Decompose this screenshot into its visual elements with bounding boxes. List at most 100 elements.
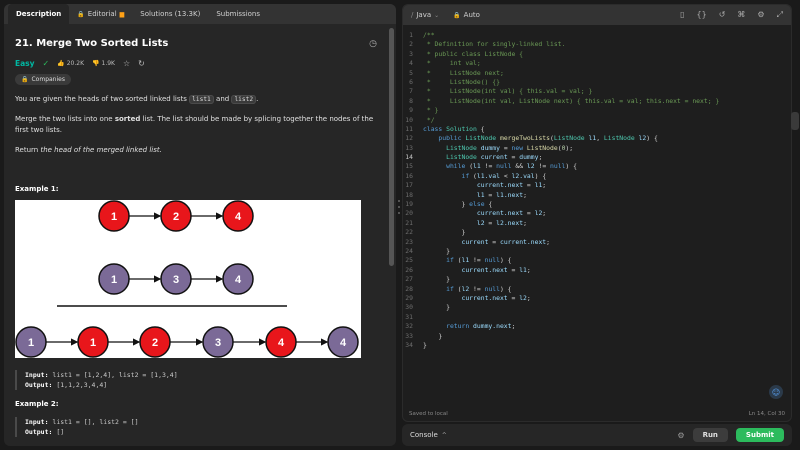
code-text: * Definition for singly-linked list. — [423, 40, 566, 49]
code-line[interactable]: 32 return dummy.next; — [403, 322, 791, 331]
share-icon[interactable]: ↻ — [138, 59, 145, 68]
code-token: current.next — [461, 265, 508, 274]
like-button[interactable]: 👍 20.2K — [57, 60, 84, 67]
code-line[interactable]: 21 l2 = l2.next; — [403, 219, 791, 228]
code-token: null — [484, 284, 500, 293]
code-token: = — [488, 237, 500, 246]
code-token: ; — [526, 293, 531, 302]
code-line[interactable]: 5 * ListNode next; — [403, 69, 791, 78]
code-token: ListNode — [446, 153, 481, 162]
code-line[interactable]: 27 } — [403, 275, 791, 284]
code-line[interactable]: 33 } — [403, 332, 791, 341]
code-token: l1 — [519, 265, 527, 274]
code-token: else — [469, 200, 485, 209]
code-area[interactable]: 1/** 2 * Definition for singly-linked lis… — [403, 25, 791, 407]
run-button[interactable]: Run — [692, 428, 728, 442]
video-icon: ▆ — [119, 10, 125, 18]
panel-resize-handle[interactable] — [398, 200, 401, 214]
code-text: * ListNode next; — [423, 69, 504, 78]
code-token: if — [446, 256, 458, 265]
tab-solutions[interactable]: Solutions (13.3K) — [132, 4, 208, 24]
fullscreen-icon[interactable]: ⤢ — [777, 10, 783, 20]
language-selector[interactable]: / Java ⌄ — [411, 11, 439, 19]
code-token: current — [461, 237, 489, 246]
dislike-button[interactable]: 👎 1.9K — [92, 60, 115, 67]
shortcut-icon[interactable]: ⌘ — [737, 10, 745, 20]
tab-editorial[interactable]: 🔒 Editorial ▆ — [69, 4, 132, 24]
code-line[interactable]: 17 current.next = l1; — [403, 181, 791, 190]
code-line[interactable]: 20 current.next = l2; — [403, 209, 791, 218]
code-text: if (l2 != null) { — [423, 284, 512, 294]
code-token: && — [511, 162, 527, 171]
code-token: current — [480, 153, 508, 162]
code-line[interactable]: 16 if (l1.val < l2.val) { — [403, 172, 791, 181]
code-line[interactable]: 28 if (l2 != null) { — [403, 285, 791, 294]
code-line[interactable]: 23 current = current.next; — [403, 238, 791, 247]
tab-description[interactable]: Description — [8, 4, 70, 24]
code-line[interactable]: 8 * ListNode(int val, ListNode next) { t… — [403, 97, 791, 106]
side-panel-toggle[interactable] — [791, 112, 799, 130]
code-token: = — [523, 181, 535, 190]
code-token: while — [446, 162, 470, 171]
description-scrollbar[interactable] — [389, 28, 394, 266]
code-token: != — [480, 162, 497, 171]
companies-tag[interactable]: 🔒 Companies — [15, 74, 71, 85]
code-line[interactable]: 18 l1 = l1.next; — [403, 191, 791, 200]
line-number: 9 — [409, 106, 413, 115]
code-token: ) { — [499, 284, 512, 293]
code-line[interactable]: 14 ListNode current = dummy; — [403, 153, 791, 162]
text: and — [216, 95, 230, 103]
code-text: * ListNode() {} — [423, 78, 500, 87]
code-line[interactable]: 15 while (l1 != null && l2 != null) { — [403, 162, 791, 171]
code-line[interactable]: 3 * public class ListNode { — [403, 50, 791, 59]
line-number: 14 — [405, 153, 413, 162]
code-line[interactable]: 10 */ — [403, 116, 791, 125]
code-line[interactable]: 19 } else { — [403, 200, 791, 209]
code-line[interactable]: 30 } — [403, 303, 791, 312]
code-line[interactable]: 29 current.next = l2; — [403, 294, 791, 303]
line-number: 33 — [405, 331, 413, 340]
problem-title[interactable]: 21. Merge Two Sorted Lists — [15, 38, 168, 49]
code-line[interactable]: 7 * ListNode(int val) { this.val = val; … — [403, 87, 791, 96]
debug-icon[interactable]: ⚙ — [677, 431, 684, 440]
code-line[interactable]: 22 } — [403, 228, 791, 237]
bookmark-icon[interactable]: ▯ — [680, 10, 684, 20]
reset-icon[interactable]: ↺ — [719, 10, 726, 20]
tab-submissions[interactable]: Submissions — [208, 4, 268, 24]
star-icon[interactable]: ☆ — [123, 59, 130, 68]
text: You are given the heads of two sorted li… — [15, 95, 187, 103]
code-line[interactable]: 1 /** — [403, 31, 791, 40]
code-line[interactable]: 4 * int val; — [403, 59, 791, 68]
line-number: 27 — [405, 275, 413, 284]
code-line[interactable]: 24 } — [403, 247, 791, 256]
cursor-position: Ln 14, Col 30 — [748, 411, 785, 417]
code-line[interactable]: 26 current.next = l1; — [403, 266, 791, 275]
submit-button[interactable]: Submit — [735, 428, 784, 442]
settings-icon[interactable]: ⚙ — [757, 10, 764, 20]
code-token: current.next — [461, 293, 508, 302]
chat-icon[interactable]: ☺ — [769, 385, 783, 399]
code-line[interactable]: 13 ListNode dummy = new ListNode(0); — [403, 144, 791, 153]
console-toggle[interactable]: Console ^ — [410, 431, 447, 439]
code-line[interactable]: 31 — [403, 313, 791, 322]
thumbs-down-icon: 👎 — [92, 60, 100, 67]
code-line[interactable]: 9 * } — [403, 106, 791, 115]
code-line[interactable]: 34} — [403, 341, 791, 350]
clock-icon[interactable]: ◷ — [369, 39, 377, 49]
auto-mode[interactable]: 🔒 Auto — [453, 11, 480, 19]
code-token: * ListNode() {} — [423, 77, 500, 86]
code-token: ) { — [565, 162, 577, 171]
text: Return — [15, 146, 39, 154]
mode-label: Auto — [463, 11, 480, 19]
code-token: public — [438, 134, 466, 143]
description-content[interactable]: 21. Merge Two Sorted Lists ◷ Easy ✓ 👍 20… — [4, 24, 388, 446]
code-line[interactable]: 25 if (l1 != null) { — [403, 256, 791, 265]
code-line[interactable]: 12 public ListNode mergeTwoLists(ListNod… — [403, 134, 791, 143]
code-line[interactable]: 11 class Solution { — [403, 125, 791, 134]
input-label: Input: — [25, 418, 49, 426]
code-line[interactable]: 2 * Definition for singly-linked list. — [403, 40, 791, 49]
braces-icon[interactable]: {} — [697, 10, 707, 20]
code-line[interactable]: 6 * ListNode() {} — [403, 78, 791, 87]
